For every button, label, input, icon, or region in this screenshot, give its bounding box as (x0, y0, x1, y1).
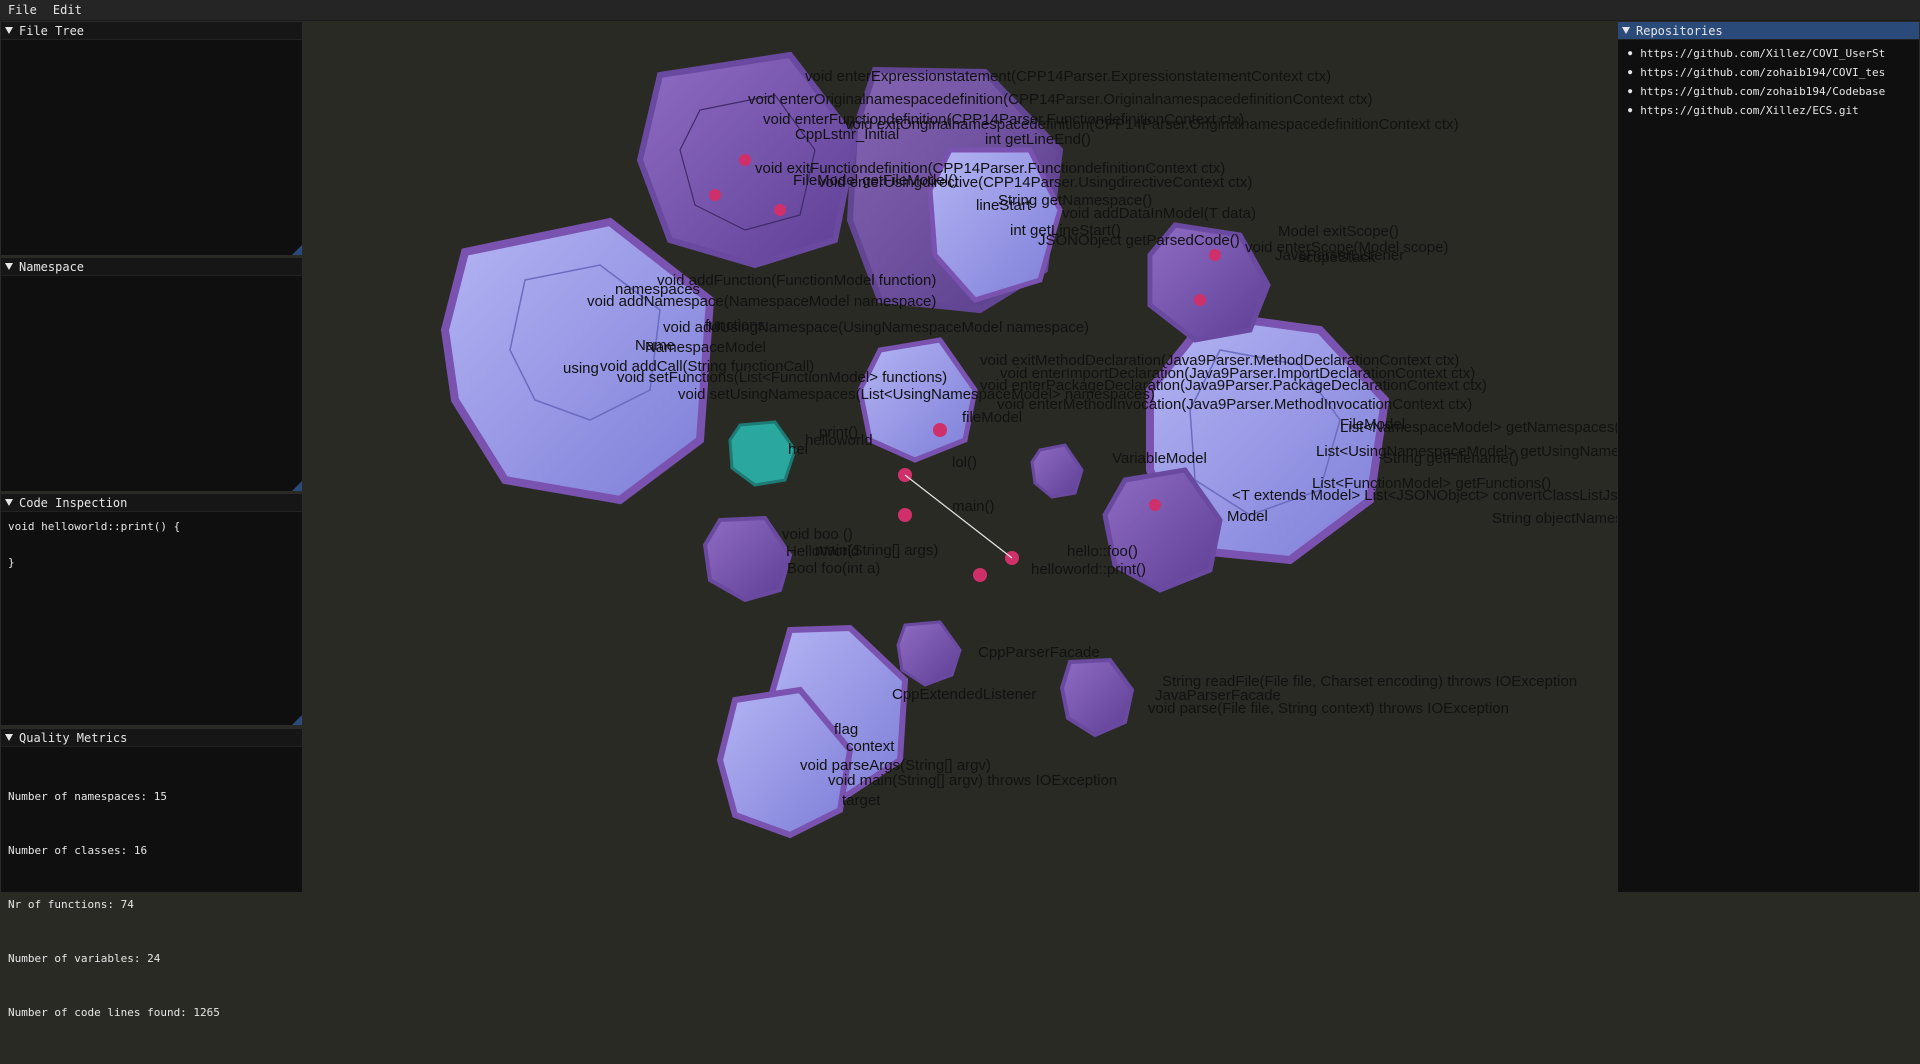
class-node-lol[interactable] (1030, 443, 1084, 499)
file-tree-header[interactable]: File Tree (1, 22, 302, 40)
code-inspection-code: void helloworld::print() { } (8, 520, 181, 569)
namespace-header[interactable]: Namespace (1, 258, 302, 276)
code-inspection-header[interactable]: Code Inspection (1, 494, 302, 512)
svg-text:void enterUsingdirective(CPP14: void enterUsingdirective(CPP14Parser.Usi… (818, 174, 1252, 191)
namespace-title: Namespace (19, 259, 85, 274)
resize-grip-icon[interactable] (292, 481, 302, 491)
svg-text:String objectNames): String objectNames) (1492, 510, 1628, 527)
namespace-panel: Namespace (0, 257, 303, 492)
code-inspection-title: Code Inspection (19, 495, 128, 510)
svg-text:lol(): lol() (952, 454, 977, 471)
repositories-title: Repositories (1636, 23, 1723, 38)
class-node-hello-world[interactable] (702, 515, 793, 603)
svg-text:CppLstnr_Initial: CppLstnr_Initial (795, 126, 899, 143)
quality-metrics-list: Number of namespaces: 15 Number of class… (1, 747, 302, 1064)
code-inspection-panel: Code Inspection void helloworld::print()… (0, 493, 303, 726)
collapse-arrow-icon[interactable] (5, 499, 13, 506)
svg-text:fileModel: fileModel (962, 409, 1022, 426)
metric-classes: Number of classes: 16 (8, 844, 148, 857)
class-node-helloworld-teal[interactable] (728, 420, 797, 487)
svg-text:NamespaceModel: NamespaceModel (645, 339, 766, 356)
svg-text:hel: hel (788, 441, 808, 458)
svg-text:void parse(File file, String c: void parse(File file, String context) th… (1148, 700, 1509, 717)
svg-text:helloworld::print(): helloworld::print() (1031, 561, 1146, 578)
svg-text:hello::foo(): hello::foo() (1067, 543, 1138, 560)
file-tree-title: File Tree (19, 23, 85, 38)
svg-text:void enterExpressionstatement(: void enterExpressionstatement(CPP14Parse… (805, 68, 1331, 85)
quality-metrics-panel: Quality Metrics Number of namespaces: 15… (0, 728, 303, 1019)
repository-item[interactable]: https://github.com/Xillez/COVI_UserSt (1628, 44, 1919, 63)
resize-grip-icon[interactable] (292, 245, 302, 255)
svg-text:helloworld: helloworld (805, 432, 873, 449)
svg-text:Bool foo(int a): Bool foo(int a) (787, 560, 880, 577)
metric-namespaces: Number of namespaces: 15 (8, 790, 167, 803)
quality-metrics-title: Quality Metrics (19, 730, 128, 745)
repository-item[interactable]: https://github.com/zohaib194/COVI_tes (1628, 63, 1919, 82)
collapse-arrow-icon[interactable] (1622, 27, 1630, 34)
svg-text:void setFunctions(List<Functio: void setFunctions(List<FunctionModel> fu… (617, 369, 947, 386)
repositories-panel: Repositories https://github.com/Xillez/C… (1617, 21, 1920, 893)
repository-item[interactable]: https://github.com/Xillez/ECS.git (1628, 101, 1919, 120)
svg-text:void main(String[] argv) throw: void main(String[] argv) throws IOExcept… (828, 772, 1117, 789)
repository-list: https://github.com/Xillez/COVI_UserSt ht… (1618, 40, 1919, 120)
svg-text:CppExtendedListener: CppExtendedListener (892, 686, 1036, 703)
svg-text:int getLineEnd(): int getLineEnd() (985, 131, 1091, 148)
svg-text:JSONObject getParsedCode(): JSONObject getParsedCode() (1038, 232, 1240, 249)
svg-text:Model exitScope(): Model exitScope() (1278, 223, 1399, 240)
svg-text:List<NamespaceModel> getNamesp: List<NamespaceModel> getNamespaces() (1340, 419, 1624, 436)
file-tree-panel: File Tree (0, 21, 303, 256)
class-node-cppparserfacade[interactable] (896, 620, 962, 687)
svg-text:CppParserFacade: CppParserFacade (978, 644, 1100, 661)
repository-item[interactable]: https://github.com/zohaib194/Codebase (1628, 82, 1919, 101)
svg-text:lineStart: lineStart (976, 197, 1032, 214)
svg-text:VariableModel: VariableModel (1112, 450, 1207, 467)
svg-text:void exitOriginalnamespacedefi: void exitOriginalnamespacedefinition(CPP… (845, 116, 1459, 133)
repositories-header[interactable]: Repositories (1618, 22, 1919, 40)
svg-text:using: using (563, 360, 599, 377)
metric-variables: Number of variables: 24 (8, 952, 161, 965)
svg-text:context: context (846, 738, 895, 755)
svg-text:Model: Model (1227, 508, 1268, 525)
svg-text:void addDataInModel(T data): void addDataInModel(T data) (1062, 205, 1256, 222)
svg-text:flag: flag (834, 721, 858, 738)
svg-text:void boo (): void boo () (782, 526, 853, 543)
svg-text:void enterOriginalnamespacedef: void enterOriginalnamespacedefinition(CP… (748, 91, 1373, 108)
collapse-arrow-icon[interactable] (5, 263, 13, 270)
svg-text:scopeStack: scopeStack (1298, 249, 1376, 266)
svg-text:main(String[] args): main(String[] args) (815, 542, 938, 559)
svg-text:target: target (842, 792, 881, 809)
collapse-arrow-icon[interactable] (5, 734, 13, 741)
svg-text:functions: functions (705, 317, 765, 334)
collapse-arrow-icon[interactable] (5, 27, 13, 34)
svg-text:void enterMethodInvocation(Jav: void enterMethodInvocation(Java9Parser.M… (997, 396, 1472, 413)
metric-functions: Nr of functions: 74 (8, 898, 134, 911)
svg-text:void enterImportDeclaration(Ja: void enterImportDeclaration(Java9Parser.… (1000, 365, 1475, 382)
svg-text:main(): main() (952, 498, 995, 515)
resize-grip-icon[interactable] (292, 715, 302, 725)
svg-text:String getFilename(): String getFilename() (1383, 450, 1519, 467)
metric-code-lines: Number of code lines found: 1265 (8, 1006, 220, 1019)
quality-metrics-header[interactable]: Quality Metrics (1, 729, 302, 747)
svg-text:void addNamespace(NamespaceMod: void addNamespace(NamespaceModel namespa… (587, 293, 936, 310)
class-node-javaparserfacade[interactable] (1059, 657, 1135, 738)
